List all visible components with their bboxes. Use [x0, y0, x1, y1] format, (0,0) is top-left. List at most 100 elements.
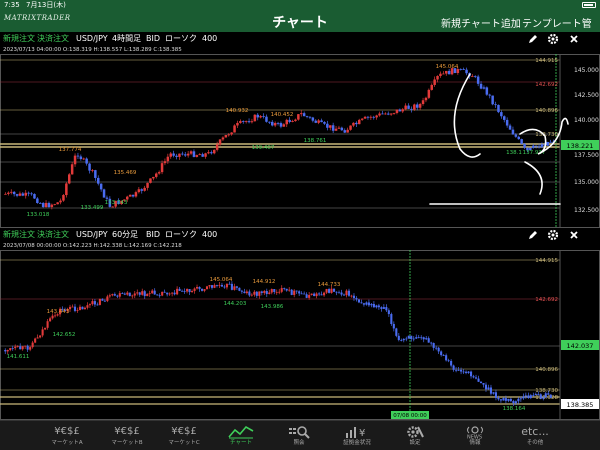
candle-body [56, 202, 59, 205]
candle-body [520, 139, 523, 144]
candle-body [370, 304, 373, 306]
candle-body [96, 304, 99, 306]
candle-body [459, 69, 462, 70]
candle-body [102, 189, 106, 198]
candle-body [523, 143, 526, 148]
candle-body [400, 339, 403, 341]
candle-body [504, 398, 507, 401]
candle-body [73, 306, 77, 311]
count-selector[interactable]: 400 [202, 32, 217, 46]
count-selector[interactable]: 400 [202, 228, 217, 242]
close-order-button[interactable]: 決済注文 [37, 228, 69, 242]
candle-body [360, 302, 363, 304]
tab-settings[interactable]: 設定 [385, 421, 445, 450]
candle-body [70, 164, 74, 175]
candle-body [4, 193, 7, 195]
close-icon[interactable] [568, 33, 580, 45]
candle-body [213, 285, 216, 288]
pair-selector[interactable]: USD/JPY [76, 228, 108, 242]
timeframe-selector[interactable]: 60分足 [112, 228, 138, 242]
candle-body [6, 349, 9, 352]
price-annotation: 140.452 [271, 112, 294, 118]
candle-body [479, 381, 483, 383]
close-icon[interactable] [568, 229, 580, 241]
candle-body [91, 170, 94, 171]
candle-body [439, 73, 442, 77]
candle-body [342, 294, 346, 296]
tab-inquiry[interactable]: 照会 [269, 421, 329, 450]
candle-body [213, 149, 216, 154]
level-label: 142.692 [535, 82, 558, 88]
chart-plot-60m[interactable]: 144.915 142.692 140.896 138.730138.328 138.3… [0, 250, 600, 420]
pencil-icon[interactable] [527, 33, 539, 45]
candle-body [331, 125, 335, 131]
tab-market-b[interactable]: ¥€$£ マーケットB [97, 421, 157, 450]
timeframe-selector[interactable]: 4時間足 [112, 32, 141, 46]
candle-body [285, 288, 288, 291]
candle-body [497, 104, 500, 113]
gear-icon[interactable] [547, 33, 559, 45]
candle-body [482, 87, 486, 89]
candle-body [294, 119, 297, 122]
candle-body [173, 292, 176, 295]
candle-body [355, 122, 358, 125]
candle-body [474, 76, 477, 78]
candle-body [268, 292, 271, 295]
tab-news[interactable]: NEWS 情報 [445, 421, 505, 450]
candle-body [298, 291, 301, 294]
candle-body [34, 338, 37, 343]
style-selector[interactable]: ローソク [165, 32, 197, 46]
side-selector[interactable]: BID [146, 32, 160, 46]
add-chart-button[interactable]: 新規チャート追加 [441, 15, 521, 30]
candle-body [288, 289, 291, 291]
candle-body [507, 398, 510, 401]
pencil-icon[interactable] [527, 229, 539, 241]
status-bar: 7:35 7月13日(木) [0, 0, 600, 10]
candle-body [224, 134, 228, 138]
candle-body [462, 371, 465, 373]
chart-toolbar: 新規注文 決済注文 USD/JPY 4時間足 BID ローソク 400 [0, 32, 600, 46]
side-selector[interactable]: BID [146, 228, 160, 242]
new-order-button[interactable]: 新規注文 [3, 228, 35, 242]
candle-body [146, 182, 149, 188]
new-order-button[interactable]: 新規注文 [3, 32, 35, 46]
y-tick-label: 132.500 [574, 207, 599, 214]
candle-body [101, 298, 104, 301]
candle-body [51, 315, 54, 319]
candle-body [455, 369, 458, 371]
candle-body [447, 360, 450, 362]
candles [4, 281, 552, 406]
style-selector[interactable]: ローソク [165, 228, 197, 242]
chart-panel-4h: 新規注文 決済注文 USD/JPY 4時間足 BID ローソク 400 2023… [0, 32, 600, 228]
close-order-button[interactable]: 決済注文 [37, 32, 69, 46]
candle-body [218, 139, 222, 145]
candle-body [41, 329, 44, 336]
candle-body [131, 295, 134, 297]
candle-body [508, 125, 512, 130]
candle-body [10, 191, 13, 193]
tab-chart[interactable]: チャート [211, 421, 271, 450]
chart-plot-4h[interactable]: 145.000 142.500 140.000 137.500 135.000 132.5… [0, 54, 600, 228]
pair-selector[interactable]: USD/JPY [76, 32, 108, 46]
candle-body [205, 286, 209, 290]
candle-body [215, 285, 219, 286]
candle-body [404, 105, 407, 110]
candle-body [81, 306, 84, 310]
gear-icon[interactable] [547, 229, 559, 241]
price-annotation: 138.164 [503, 406, 526, 412]
candle-body [462, 69, 465, 70]
candle-body [544, 393, 547, 398]
candle-body [24, 345, 27, 347]
tab-margin-status[interactable]: ¥ 証拠金状況 [327, 421, 387, 450]
tab-label: 情報 [469, 440, 481, 446]
tab-other[interactable]: etc... その他 [505, 421, 565, 450]
tab-market-a[interactable]: ¥€$£ マーケットA [37, 421, 97, 450]
candle-body [534, 393, 537, 396]
candle-body [128, 194, 132, 197]
candle-body [546, 142, 549, 146]
candle-body [360, 118, 364, 120]
tab-market-c[interactable]: ¥€$£ マーケットC [154, 421, 214, 450]
candle-body [293, 290, 296, 295]
ohlc-info: 2023/07/08 00:00:00 O:142.223 H:142.338 … [3, 243, 182, 249]
current-price-label: 142.037 [567, 342, 594, 350]
